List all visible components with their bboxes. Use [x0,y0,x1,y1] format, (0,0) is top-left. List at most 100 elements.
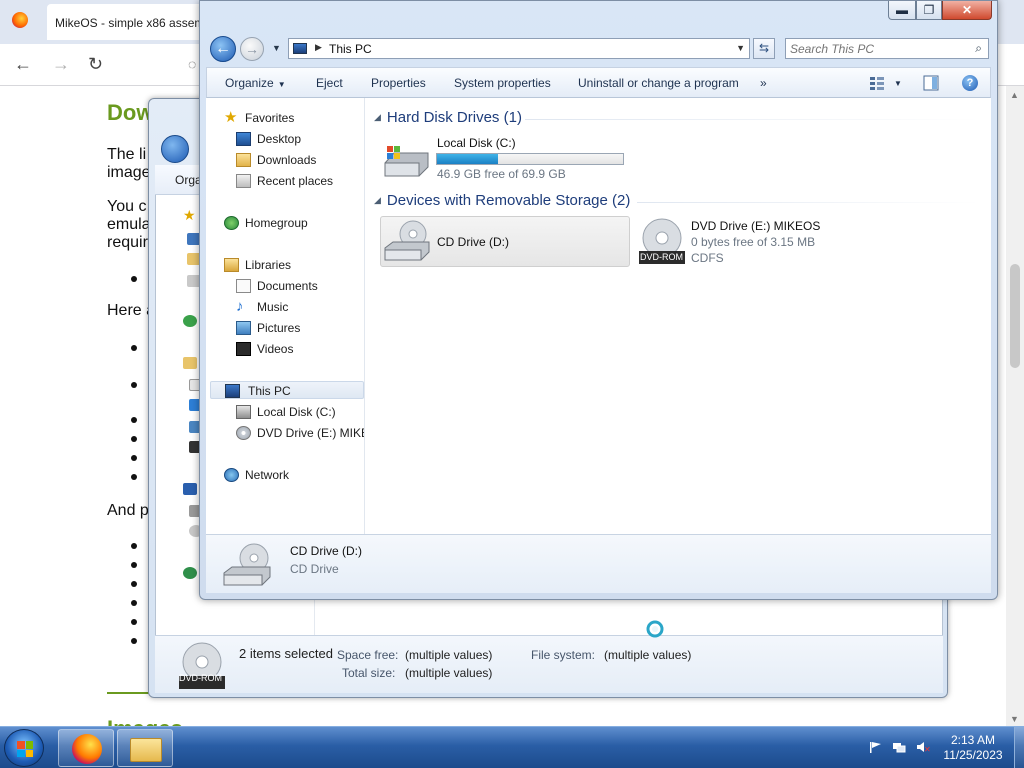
breadcrumb-this-pc[interactable]: This PC [329,42,372,56]
nav-downloads[interactable]: Downloads [236,151,356,169]
scroll-up-icon[interactable]: ▲ [1010,90,1019,100]
list-bullet [131,436,137,442]
help-icon[interactable]: ? [962,75,978,91]
recent-pages-icon[interactable]: ▼ [272,43,281,53]
browser-reload-icon[interactable]: ↻ [88,54,103,74]
group-removable-storage[interactable]: ◢ Devices with Removable Storage (2) [374,192,630,209]
local-disk-name[interactable]: Local Disk (C:) [437,136,516,150]
libraries-icon [183,357,197,369]
cd-drive-icon [223,543,271,586]
group-label: Hard Disk Drives (1) [386,109,522,126]
scroll-down-icon[interactable]: ▼ [1010,714,1019,724]
scrollbar-thumb[interactable] [1010,264,1020,368]
network-icon [224,468,239,482]
view-options-icon[interactable]: ▼ [894,79,902,88]
dvd-rom-label: DVD-ROM [179,673,222,683]
nav-music[interactable]: ♪ Music [236,298,356,316]
homegroup-icon [183,315,197,327]
local-disk-icon [384,146,429,177]
forward-button[interactable]: → [240,37,264,61]
nav-recent-places[interactable]: Recent places [236,172,361,190]
homegroup-icon [224,216,239,230]
dvd-drive-file-system: CDFS [691,251,724,265]
total-size-label: Total size: [342,666,396,680]
dvd-drive-free-space: 0 bytes free of 3.15 MB [691,235,816,249]
content-pane: ◢ Hard Disk Drives (1) Local Disk (C:) 46… [365,98,991,534]
taskbar-explorer-button[interactable] [117,729,173,767]
list-bullet [131,581,137,587]
dvd-drive-icon [236,426,251,440]
properties-button[interactable]: Properties [371,76,426,90]
preview-pane-icon[interactable] [923,75,939,91]
refresh-button[interactable]: ⇆ [753,38,775,59]
nav-pictures[interactable]: Pictures [236,319,356,337]
music-icon: ♪ [236,298,244,315]
nav-documents[interactable]: Documents [236,277,356,295]
group-label: Devices with Removable Storage (2) [386,192,631,209]
taskbar-clock[interactable]: 2:13 AM 11/25/2023 [938,733,1008,763]
network-icon[interactable] [892,741,906,753]
start-button[interactable] [4,729,44,767]
star-icon: ★ [224,109,238,126]
clock-time: 2:13 AM [950,733,996,747]
eject-button[interactable]: Eject [316,76,343,90]
search-box[interactable]: ⌕ [785,38,989,59]
file-explorer-icon [130,738,162,762]
page-text: The li [107,146,147,163]
browser-back-icon[interactable]: ← [14,54,32,74]
nav-libraries[interactable]: Libraries [224,256,354,274]
collapse-triangle-icon[interactable]: ◢ [374,195,381,205]
nav-dvd-drive[interactable]: DVD Drive (E:) MIKEOS [236,424,364,442]
dvd-drive-name[interactable]: DVD Drive (E:) MIKEOS [691,219,820,233]
space-free-value: (multiple values) [405,648,493,662]
nav-network[interactable]: Network [224,466,354,484]
breadcrumb-chevron-icon[interactable]: ▶ [315,42,322,53]
back-arrow-icon[interactable] [161,135,189,163]
nav-videos[interactable]: Videos [236,340,356,358]
organize-menu[interactable]: Orga [175,173,202,187]
total-size-value: (multiple values) [405,666,493,680]
taskbar-firefox-button[interactable] [58,729,114,767]
shield-icon[interactable]: ◌ [188,54,196,74]
nav-homegroup[interactable]: Homegroup [224,214,354,232]
show-desktop-button[interactable] [1014,727,1024,768]
uninstall-program-button[interactable]: Uninstall or change a program [578,76,739,90]
nav-label: Music [257,300,289,314]
nav-favorites[interactable]: ★ Favorites [224,109,354,127]
group-hard-disk-drives[interactable]: ◢ Hard Disk Drives (1) [374,109,522,126]
action-center-flag-icon[interactable] [868,741,882,753]
videos-icon [236,342,251,356]
address-bar[interactable]: ▶ This PC ▼ [288,38,750,59]
nav-local-disk[interactable]: Local Disk (C:) [236,403,361,421]
page-heading: Dow [107,100,154,125]
back-button[interactable]: ← [210,36,236,62]
list-bullet [131,638,137,644]
explorer-window[interactable]: ▬ ❐ ✕ ← → ▼ ▶ This PC ▼ ⇆ ⌕ Organize▼ Ej… [199,0,998,600]
list-bullet [131,474,137,480]
nav-label: This PC [248,384,291,398]
computer-icon [225,384,240,398]
local-disk-free-space: 46.9 GB free of 69.9 GB [437,167,566,181]
collapse-triangle-icon[interactable]: ◢ [374,112,381,122]
organize-button[interactable]: Organize ▼ [225,76,286,90]
close-button[interactable]: ✕ [942,1,992,20]
change-view-icon[interactable] [869,75,885,91]
nav-desktop[interactable]: Desktop [236,130,356,148]
more-commands-button[interactable]: » [760,76,767,90]
search-icon[interactable]: ⌕ [975,41,982,56]
nav-label: Videos [257,342,294,356]
browser-forward-icon[interactable]: → [52,54,70,74]
minimize-button[interactable]: ▬ [888,1,916,20]
network-icon [183,567,197,579]
command-bar: Organize ▼ Eject Properties System proper… [206,67,991,98]
list-bullet [131,417,137,423]
file-system-label: File system: [531,648,596,662]
maximize-button[interactable]: ❐ [916,1,942,20]
address-dropdown-icon[interactable]: ▼ [736,43,745,53]
nav-this-pc[interactable]: This PC [210,381,364,399]
search-input[interactable] [790,41,960,56]
chevron-down-icon: ▼ [277,80,286,89]
system-properties-button[interactable]: System properties [454,76,551,90]
volume-muted-icon[interactable]: ✕ [916,741,930,753]
browser-scrollbar[interactable]: ▲ ▼ [1006,86,1024,726]
